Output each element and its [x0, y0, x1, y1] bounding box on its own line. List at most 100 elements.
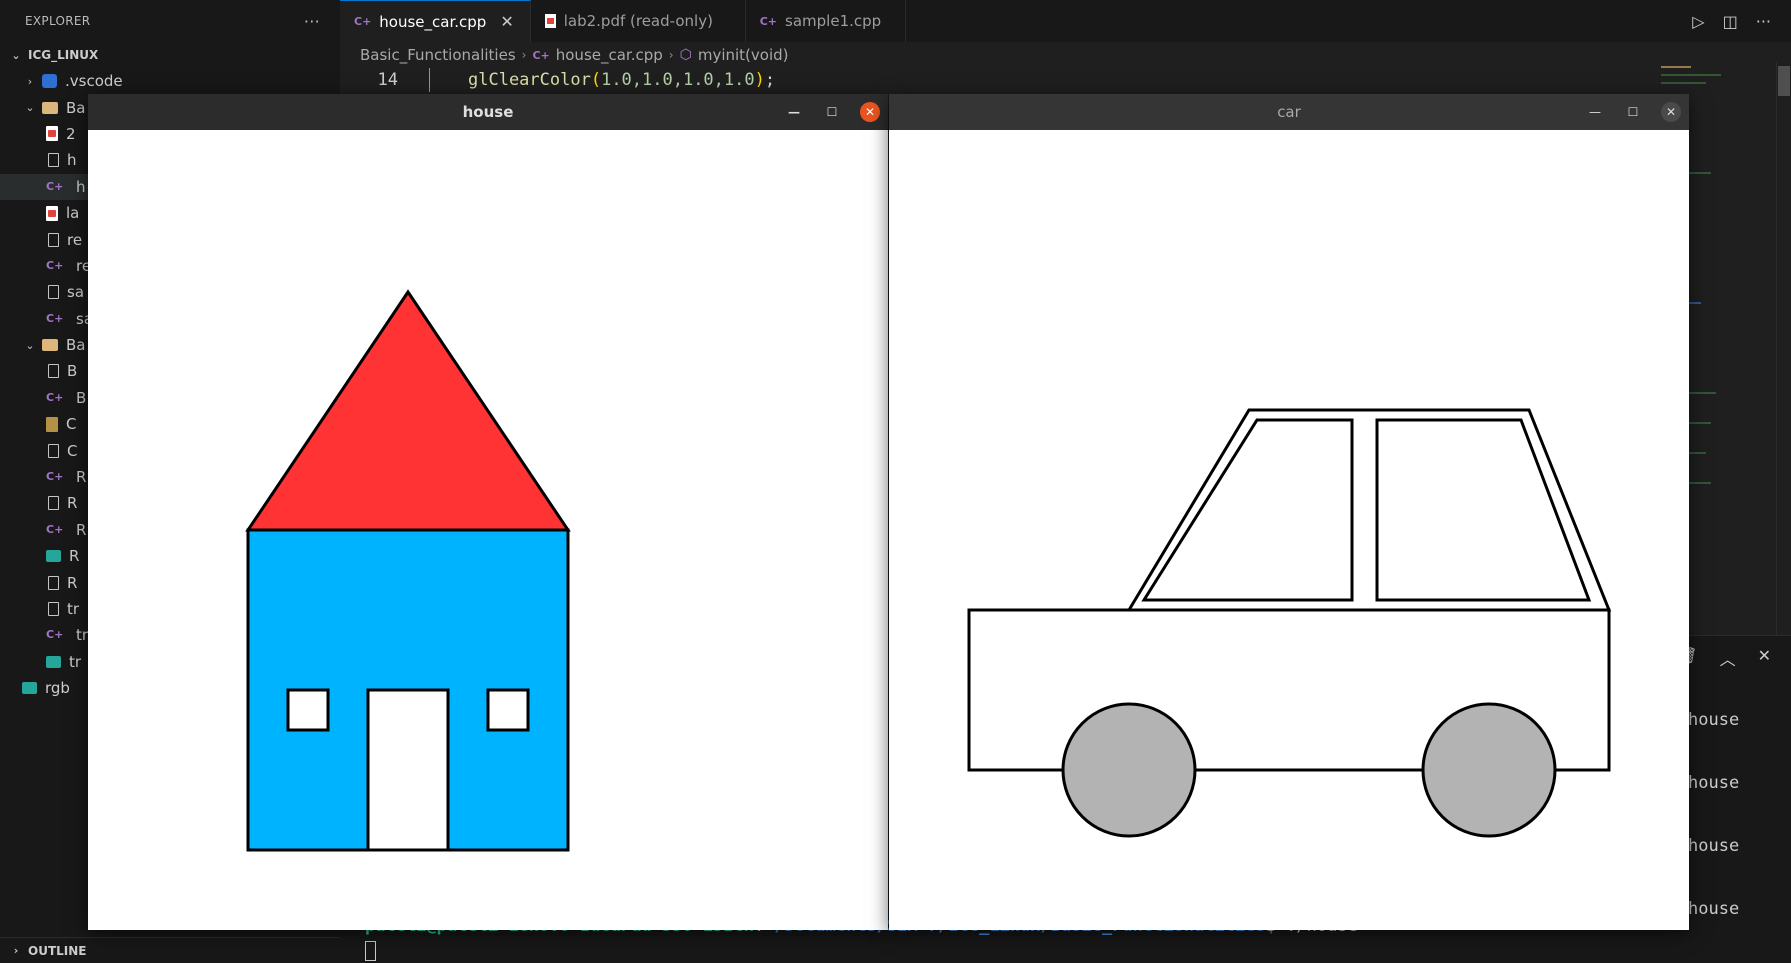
tab-lab2-pdf[interactable]: lab2.pdf (read-only) [531, 0, 746, 42]
outline-label: OUTLINE [28, 943, 87, 958]
cpp-file-icon: C+ [46, 179, 64, 193]
code-line[interactable]: 14 glClearColor(1.0,1.0,1.0,1.0); [340, 68, 1791, 92]
breadcrumb: Basic_Functionalities › C+ house_car.cpp… [340, 42, 1791, 68]
house-right-window [486, 688, 530, 732]
breadcrumb-folder[interactable]: Basic_Functionalities [360, 46, 516, 64]
maximize-icon[interactable]: ☐ [822, 105, 842, 119]
sidebar-item-label: h [67, 151, 77, 170]
image-file-icon [46, 655, 61, 668]
vscode-folder-icon [42, 74, 57, 89]
run-icon[interactable]: ▷ [1692, 12, 1704, 31]
method-cube-icon: ⬡ [679, 47, 692, 63]
sidebar-item-label: .vscode [65, 72, 123, 91]
zip-file-icon [46, 416, 58, 432]
sidebar-item[interactable]: › .vscode [0, 68, 340, 94]
file-icon [48, 153, 59, 168]
close-icon[interactable]: ✕ [500, 12, 513, 31]
split-editor-icon[interactable]: ◫ [1723, 12, 1738, 31]
sidebar-item-label: R [67, 494, 78, 513]
pdf-file-icon [46, 205, 58, 221]
car-window-titlebar[interactable]: car — ☐ ✕ [889, 94, 1689, 130]
chevron-right-icon: › [13, 944, 19, 957]
tab-house-car-cpp[interactable]: C+ house_car.cpp ✕ [340, 0, 531, 42]
sidebar-item-label: B [76, 388, 87, 407]
tab-label: house_car.cpp [379, 12, 487, 31]
car-rear-wheel [1421, 702, 1557, 838]
sidebar-item-label: R [69, 547, 80, 566]
code-paren-close: ) [754, 70, 765, 90]
cpp-file-icon: C+ [46, 628, 64, 642]
cpp-file-icon: C+ [532, 48, 550, 62]
sidebar-item-label: tr [69, 652, 82, 671]
close-icon[interactable]: ✕ [860, 102, 880, 122]
terminal-output-line: house [1688, 710, 1740, 730]
house-roof [245, 289, 571, 532]
file-icon [48, 232, 59, 247]
explorer-header: EXPLORER ··· [0, 0, 340, 42]
sidebar-item-label: sa [67, 283, 85, 302]
more-actions-icon[interactable]: ··· [1756, 12, 1771, 31]
breadcrumb-symbol[interactable]: myinit(void) [698, 46, 789, 64]
file-icon [48, 496, 59, 511]
workspace-root-label: ICG_LINUX [28, 48, 99, 62]
sidebar-item-label: C [66, 415, 77, 434]
sidebar-item-label: B [67, 362, 78, 381]
code-arguments: 1.0,1.0,1.0,1.0 [601, 70, 755, 90]
file-icon [48, 443, 59, 458]
sidebar-item-label: 2 [66, 124, 76, 143]
tab-label: sample1.cpp [785, 12, 882, 30]
cpp-file-icon: C+ [46, 522, 64, 536]
sidebar-item-label: tr [76, 626, 89, 645]
image-file-icon [46, 550, 61, 563]
file-icon [48, 602, 59, 616]
house-window-titlebar[interactable]: house — ☐ ✕ [88, 94, 888, 130]
terminal-output-line: house [1688, 899, 1740, 919]
house-window[interactable]: house — ☐ ✕ [88, 94, 888, 930]
sidebar-item-label: re [67, 230, 83, 249]
house-canvas [245, 289, 571, 852]
cpp-file-icon: C+ [354, 15, 372, 28]
sidebar-item-label: h [76, 177, 86, 196]
explorer-title: EXPLORER [25, 14, 91, 28]
car-window[interactable]: car — ☐ ✕ [889, 94, 1689, 930]
folder-icon [42, 339, 58, 352]
chevron-right-icon: › [521, 48, 527, 62]
tab-sample1-cpp[interactable]: C+ sample1.cpp [746, 0, 906, 42]
cpp-file-icon: C+ [46, 390, 64, 404]
breadcrumb-file[interactable]: house_car.cpp [556, 46, 663, 64]
close-icon[interactable]: ✕ [1758, 646, 1771, 670]
minimize-icon[interactable]: — [784, 105, 804, 119]
tab-label: lab2.pdf (read-only) [563, 12, 713, 30]
chevron-down-icon: ⌄ [25, 101, 35, 115]
more-actions-icon[interactable]: ··· [304, 12, 320, 31]
code-function-name: glClearColor [468, 70, 591, 90]
chevron-up-icon[interactable]: ︿ [1720, 646, 1736, 670]
chevron-right-icon: › [27, 74, 33, 88]
editor-actions: ▷ ◫ ··· [1692, 0, 1771, 42]
chevron-right-icon: › [668, 48, 674, 62]
indent-guide [429, 68, 430, 92]
window-title: house [462, 103, 514, 121]
cpp-file-icon: C+ [46, 470, 64, 484]
car-canvas [967, 408, 1612, 838]
code-paren-open: ( [590, 70, 602, 90]
code-semicolon: ; [764, 70, 776, 90]
house-left-window [286, 688, 330, 732]
folder-icon [42, 101, 58, 114]
line-number: 14 [377, 70, 398, 90]
workspace-root[interactable]: ⌄ ICG_LINUX [0, 42, 340, 68]
sidebar-item-label: la [66, 204, 80, 223]
chevron-down-icon: ⌄ [25, 338, 35, 352]
outline-section[interactable]: › OUTLINE [0, 937, 340, 963]
close-icon[interactable]: ✕ [1661, 102, 1681, 122]
car-front-wheel [1061, 702, 1197, 838]
terminal-output-line: house [1688, 773, 1740, 793]
maximize-icon[interactable]: ☐ [1623, 105, 1643, 119]
window-controls: — ☐ ✕ [784, 94, 880, 130]
sidebar-item-label: Ba [66, 98, 86, 117]
terminal-actions: 🗑 ︿ ✕ [1677, 646, 1771, 670]
scrollbar-thumb[interactable] [1778, 66, 1790, 96]
house-door [366, 688, 450, 852]
cpp-file-icon: C+ [46, 311, 64, 325]
minimize-icon[interactable]: — [1585, 105, 1605, 119]
